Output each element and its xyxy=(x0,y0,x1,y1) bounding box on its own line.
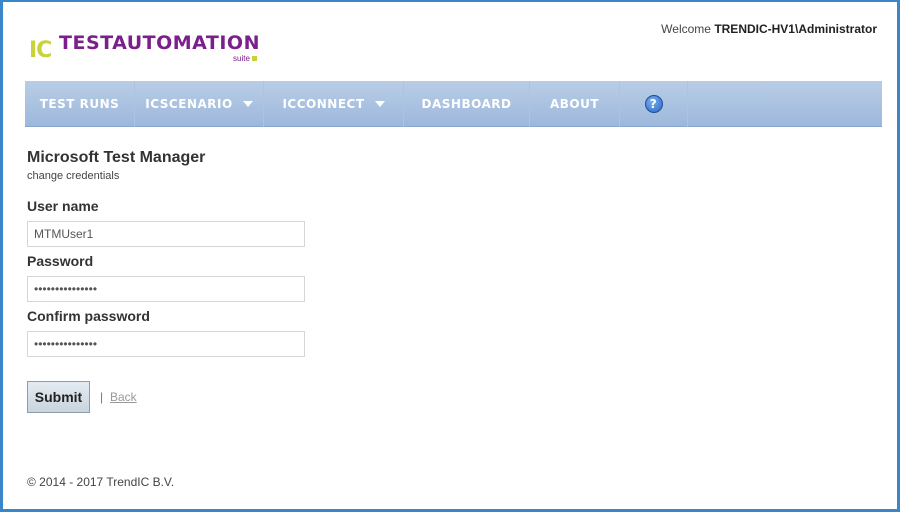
username-input[interactable] xyxy=(27,221,305,247)
password-input[interactable] xyxy=(27,276,305,302)
app-window: IC TESTAUTOMATION suite Welcome TRENDIC-… xyxy=(0,0,900,512)
welcome-user: TRENDIC-HV1\Administrator xyxy=(714,22,877,36)
separator: | xyxy=(100,390,104,404)
nav-item-icconnect[interactable]: ICCONNECT xyxy=(264,81,404,127)
page-title: Microsoft Test Manager xyxy=(27,149,206,166)
main-nav: TEST RUNS ICSCENARIO ICCONNECT DASHBOARD… xyxy=(25,81,882,127)
nav-label: DASHBOARD xyxy=(421,97,512,111)
welcome-text: Welcome TRENDIC-HV1\Administrator xyxy=(661,22,877,36)
nav-label: TEST RUNS xyxy=(39,97,120,111)
nav-item-about[interactable]: ABOUT xyxy=(530,81,620,127)
confirm-password-label: Confirm password xyxy=(27,308,150,324)
logo[interactable]: IC TESTAUTOMATION suite xyxy=(29,28,269,64)
nav-item-help[interactable]: ? xyxy=(620,81,688,127)
page-subtitle: change credentials xyxy=(27,170,120,182)
password-label: Password xyxy=(27,253,94,269)
help-icon: ? xyxy=(644,95,663,113)
submit-button[interactable]: Submit xyxy=(27,381,90,413)
nav-label: ICSCENARIO xyxy=(145,97,233,111)
nav-item-icscenario[interactable]: ICSCENARIO xyxy=(135,81,264,127)
logo-wordmark: TESTAUTOMATION xyxy=(59,32,260,54)
nav-label: ABOUT xyxy=(549,97,600,111)
back-link[interactable]: Back xyxy=(110,390,137,404)
username-label: User name xyxy=(27,198,99,214)
chevron-down-icon xyxy=(374,101,385,107)
footer-copyright: © 2014 - 2017 TrendIC B.V. xyxy=(27,475,175,489)
chevron-down-icon xyxy=(242,101,253,107)
logo-ic-mark: IC xyxy=(29,38,52,63)
logo-suite: suite xyxy=(233,54,257,63)
nav-item-dashboard[interactable]: DASHBOARD xyxy=(404,81,530,127)
nav-item-test-runs[interactable]: TEST RUNS xyxy=(25,81,135,127)
confirm-password-input[interactable] xyxy=(27,331,305,357)
nav-label: ICCONNECT xyxy=(282,97,365,111)
welcome-prefix: Welcome xyxy=(661,22,715,36)
